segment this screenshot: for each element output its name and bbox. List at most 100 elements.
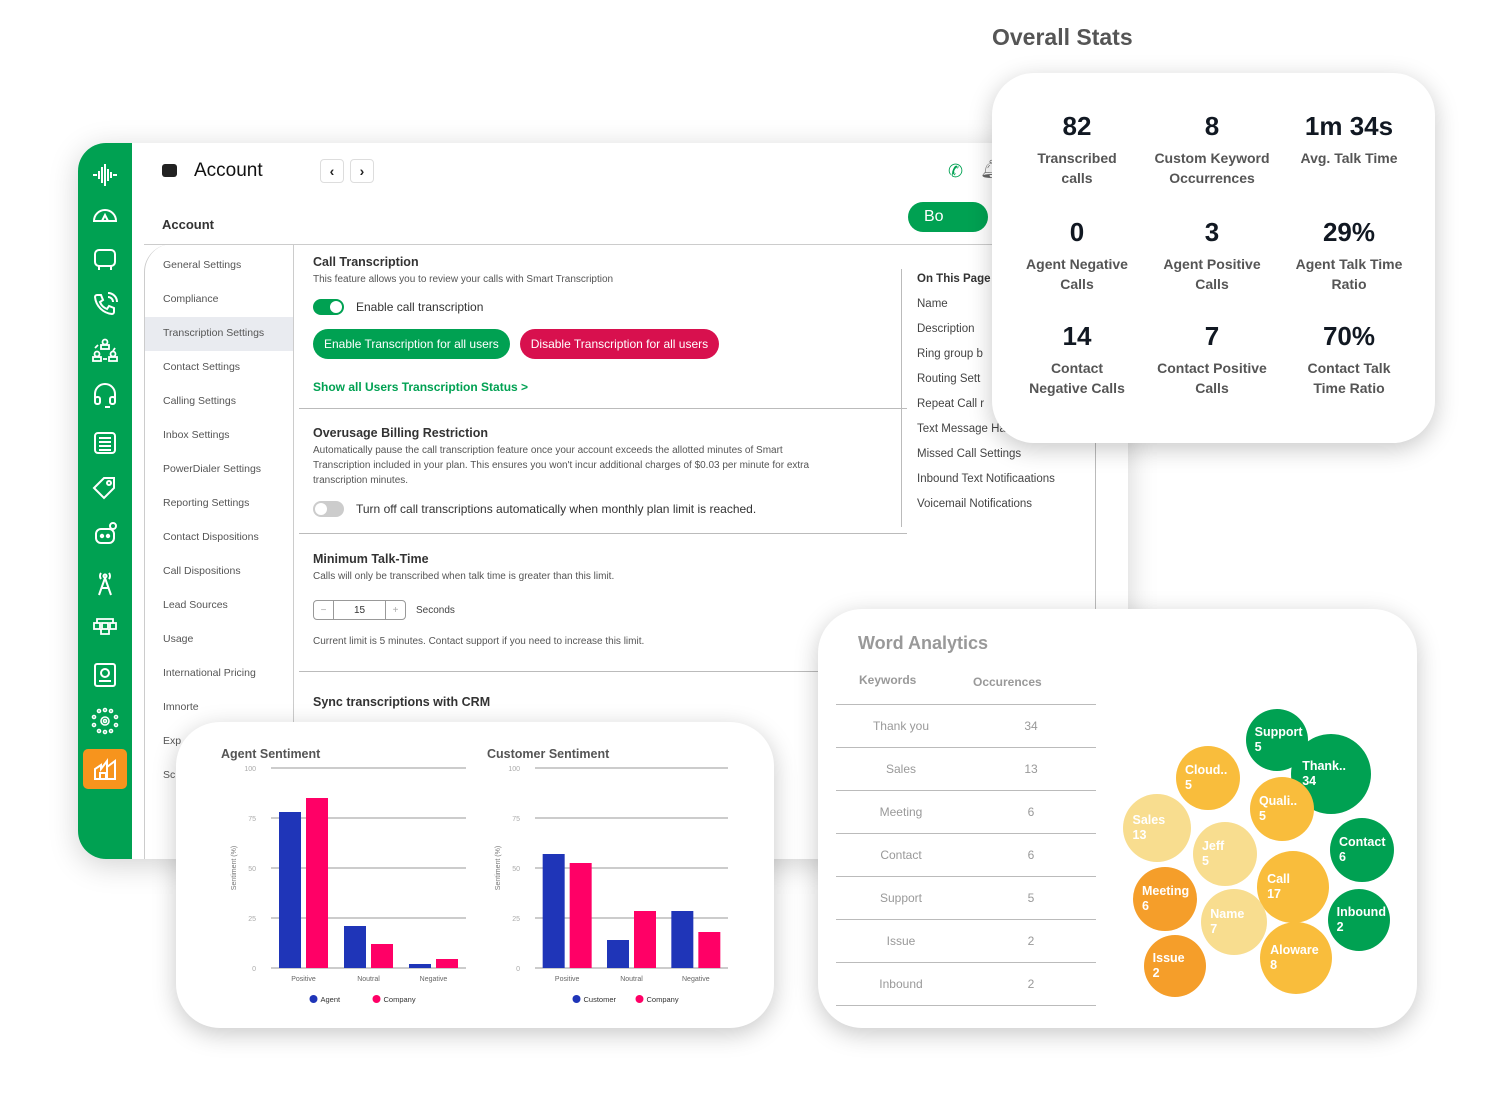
stat-label: Agent Positive Calls <box>1163 256 1261 292</box>
bubble-label: Name <box>1210 907 1245 921</box>
bubble-count: 17 <box>1267 887 1281 901</box>
enable-transcription-all-users-button[interactable]: Enable Transcription for all users <box>313 329 510 359</box>
stat-agent-positive-calls: 3 Agent Positive Calls <box>1137 217 1287 294</box>
on-this-page-link[interactable]: Voicemail Notifications <box>917 498 1101 510</box>
logo-waveform-icon[interactable] <box>83 155 127 195</box>
keyword-bubble[interactable]: Quali.. 5 <box>1250 777 1314 841</box>
book-button[interactable]: Bo <box>908 202 988 232</box>
keyword-bubble[interactable]: Contact 6 <box>1330 818 1394 882</box>
bar-company-negative <box>698 932 721 968</box>
stat-custom-keyword-occurrences: 8 Custom Keyword Occurrences <box>1137 111 1287 188</box>
chart-title: Customer Sentiment <box>487 747 610 761</box>
phone-call-icon[interactable] <box>83 285 127 325</box>
subnav-item-call-dispositions[interactable]: Call Dispositions <box>145 555 293 589</box>
minimum-talk-time-section: Minimum Talk-Time Calls will only be tra… <box>313 552 893 649</box>
bubble-count: 5 <box>1258 809 1266 823</box>
subnav-item-international-pricing[interactable]: International Pricing <box>145 657 293 691</box>
bot-assistant-icon[interactable] <box>83 515 127 555</box>
list-document-icon[interactable] <box>83 423 127 463</box>
bar-customer-positive <box>542 854 565 968</box>
overall-stats-title: Overall Stats <box>992 24 1133 50</box>
bubble-label: Inbound <box>1336 905 1386 919</box>
subnav-item-compliance[interactable]: Compliance <box>145 283 293 317</box>
y-tick-label: 75 <box>512 816 520 823</box>
y-tick-label: 50 <box>248 866 256 873</box>
x-tick-label: Noutral <box>620 976 643 983</box>
keyword-bubble[interactable]: Issue 2 <box>1144 935 1206 997</box>
analytics-factory-icon[interactable] <box>83 749 127 789</box>
keyword-bubble[interactable]: Name 7 <box>1201 889 1267 955</box>
keyword-bubble[interactable]: Jeff 5 <box>1193 822 1257 886</box>
stat-value: 82 <box>1062 111 1092 141</box>
y-tick-label: 0 <box>252 966 256 973</box>
subnav-item-imports[interactable]: Imnorte <box>145 691 293 725</box>
stat-value: 1m 34s <box>1304 111 1394 141</box>
bubble-label: Support <box>1254 725 1303 739</box>
section-description: Calls will only be transcribed when talk… <box>313 571 615 582</box>
on-this-page-link[interactable]: Inbound Text Notificaations <box>917 473 1101 485</box>
subnav-item-contact-settings[interactable]: Contact Settings <box>145 351 293 385</box>
bar-company-positive <box>569 863 592 968</box>
stat-agent-talk-time-ratio: 29% Agent Talk Time Ratio <box>1274 217 1424 294</box>
stat-agent-negative-calls: 0 Agent Negative Calls <box>1002 217 1152 294</box>
integrations-network-icon[interactable] <box>83 701 127 741</box>
subnav-item-usage[interactable]: Usage <box>145 623 293 657</box>
bubble-count: 2 <box>1336 920 1344 934</box>
forward-button[interactable]: › <box>350 159 374 183</box>
subnav-item-general-settings[interactable]: General Settings <box>145 249 293 283</box>
broadcast-tower-icon[interactable] <box>83 563 127 603</box>
disable-transcription-all-users-button[interactable]: Disable Transcription for all users <box>519 329 720 359</box>
increment-button[interactable]: + <box>386 601 405 619</box>
headset-icon[interactable] <box>83 376 127 416</box>
tag-icon[interactable] <box>83 469 127 509</box>
breadcrumb: Account <box>162 217 214 232</box>
stat-value: 8 <box>1204 111 1220 141</box>
subnav-item-reporting-settings[interactable]: Reporting Settings <box>145 487 293 521</box>
word-analytics-card: Word Analytics Keywords Occurences Thank… <box>818 609 1417 1028</box>
legend-label: Company <box>384 995 416 1004</box>
bubble-count: 2 <box>1152 966 1160 980</box>
talk-time-input[interactable]: 15 <box>333 601 386 619</box>
screen-refresh-icon[interactable] <box>83 655 127 695</box>
keyword-bubble[interactable]: Inbound 2 <box>1328 889 1390 951</box>
enable-call-transcription-toggle[interactable] <box>313 299 344 315</box>
subnav-item-transcription-settings[interactable]: Transcription Settings <box>145 317 293 351</box>
subnav-item-powerdialer-settings[interactable]: PowerDialer Settings <box>145 453 293 487</box>
org-chart-icon[interactable] <box>83 608 127 648</box>
legend-label: Company <box>647 995 679 1004</box>
keyword-bubble-chart: Support 5 Thank.. 34 Cloud.. 5 Quali.. 5 Sales 13… <box>818 609 1417 1028</box>
stat-value: 0 <box>1069 217 1085 247</box>
x-tick-label: Negative <box>420 976 448 983</box>
keyword-bubble[interactable]: Aloware 8 <box>1260 922 1332 994</box>
section-title: Minimum Talk-Time <box>313 552 429 566</box>
stat-contact-negative-calls: 14 Contact Negative Calls <box>1002 321 1152 398</box>
bubble-label: Meeting <box>1141 884 1190 898</box>
back-button[interactable]: ‹ <box>320 159 344 183</box>
show-users-transcription-status-link[interactable]: Show all Users Transcription Status > <box>313 380 893 394</box>
keyword-bubble[interactable]: Meeting 6 <box>1133 867 1197 931</box>
subnav-item-calling-settings[interactable]: Calling Settings <box>145 385 293 419</box>
bubble-label: Contact <box>1338 835 1386 849</box>
bubble-label: Sales <box>1132 813 1166 827</box>
auto-turn-off-transcription-toggle[interactable] <box>313 501 344 517</box>
decrement-button[interactable]: − <box>314 601 333 619</box>
bubble-label: Call <box>1267 872 1291 886</box>
on-this-page-link[interactable]: Missed Call Settings <box>917 448 1101 460</box>
keyword-bubble[interactable]: Call 17 <box>1257 851 1329 923</box>
bubble-count: 34 <box>1302 774 1317 788</box>
subnav-item-inbox-settings[interactable]: Inbox Settings <box>145 419 293 453</box>
subnav-item-lead-sources[interactable]: Lead Sources <box>145 589 293 623</box>
chat-monitor-icon[interactable] <box>83 240 127 280</box>
phone-outgoing-icon[interactable]: ✆ <box>948 161 963 182</box>
bubble-count: 7 <box>1210 922 1218 936</box>
section-title: Overusage Billing Restriction <box>313 426 489 440</box>
dashboard-gauge-icon[interactable] <box>83 195 127 235</box>
keyword-bubble[interactable]: Cloud.. 5 <box>1176 746 1240 810</box>
unit-label: Seconds <box>416 604 455 616</box>
team-transfer-icon[interactable] <box>83 331 127 371</box>
y-tick-label: 25 <box>248 916 256 923</box>
keyword-bubble[interactable]: Sales 13 <box>1123 794 1191 862</box>
subnav-item-contact-dispositions[interactable]: Contact Dispositions <box>145 521 293 555</box>
y-tick-label: 50 <box>512 866 520 873</box>
overall-stats-card: 82 Transcribed calls 8 Custom Keyword Occu… <box>992 73 1435 443</box>
